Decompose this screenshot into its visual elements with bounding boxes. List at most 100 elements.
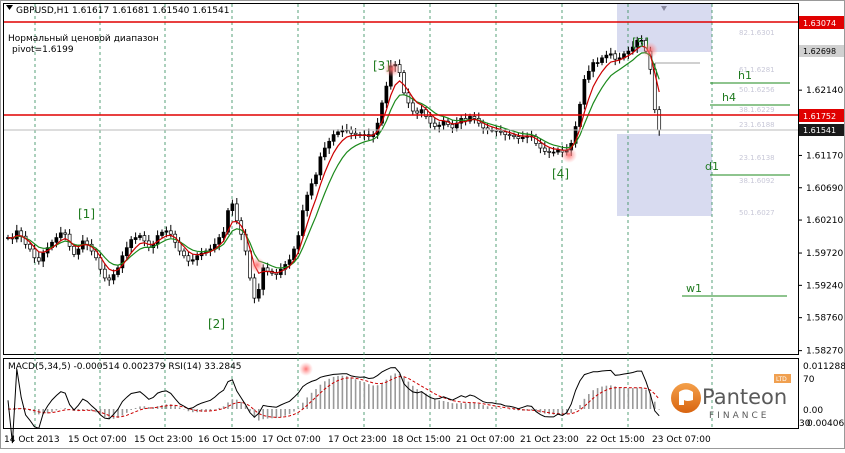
time-tick-label: 17 Oct 23:00 — [328, 435, 387, 445]
ind-tick: 0.00 — [803, 406, 823, 416]
candle-body — [331, 134, 336, 142]
candle-body — [76, 248, 81, 255]
candle-body — [138, 235, 142, 238]
candle-body — [265, 267, 270, 272]
candle-body — [107, 277, 112, 281]
candle-body — [613, 53, 618, 60]
candle-body — [300, 210, 305, 236]
fib-label: 38.1.6229 — [739, 106, 775, 114]
candle-body — [516, 136, 521, 139]
time-tick-label: 23 Oct 07:00 — [652, 435, 711, 445]
candle-body — [182, 250, 186, 257]
time-tick-label: 18 Oct 15:00 — [392, 435, 451, 445]
candle-body — [437, 124, 442, 127]
candle-body — [556, 149, 560, 153]
candle-body — [164, 230, 169, 233]
candle-body — [129, 239, 134, 249]
candle-body — [384, 85, 389, 104]
candle-body — [441, 120, 446, 126]
candle-body — [498, 130, 503, 133]
price-tick-label: 1.59240 — [806, 281, 843, 291]
candle-body — [551, 151, 556, 154]
price-tag-text: 1.61752 — [803, 112, 836, 121]
candle-body — [600, 57, 604, 63]
candle-body — [28, 243, 32, 250]
candle-body — [230, 203, 235, 211]
candle-body — [626, 50, 631, 55]
candle-body — [314, 174, 318, 185]
price-tag-text: 1.62698 — [803, 47, 836, 56]
candle-body — [85, 240, 90, 245]
candle-body — [14, 230, 19, 240]
candle-body — [234, 203, 239, 222]
candle-body — [327, 140, 332, 149]
candle-body — [318, 156, 323, 176]
chart-canvas[interactable]: 82.1.6301 61.1.6281 50.1.6256 38.1.6229 … — [0, 0, 845, 449]
candle-body — [410, 102, 415, 112]
candle-body — [582, 79, 587, 105]
candle-body — [256, 289, 261, 299]
fib-label: 50.1.6256 — [739, 86, 775, 94]
time-tick-label: 15 Oct 23:00 — [134, 435, 193, 445]
pivot-marker — [642, 42, 658, 58]
candle-body — [542, 147, 547, 152]
time-axis[interactable]: 14 Oct 2013 15 Oct 07:00 15 Oct 23:00 16 Oc… — [4, 435, 711, 445]
symbol-info: GBPUSD,H1 1.61617 1.61681 1.61540 1.6154… — [16, 6, 229, 16]
time-tick-label: 21 Oct 07:00 — [456, 435, 515, 445]
candle-body — [124, 247, 129, 257]
time-tick-label: 22 Oct 15:00 — [586, 435, 645, 445]
price-tick-label: 1.59720 — [806, 249, 843, 259]
candle-body — [419, 109, 424, 114]
wave-label-2: [2] — [208, 317, 225, 331]
time-tick-label: 14 Oct 2013 — [4, 435, 60, 445]
candle-body — [336, 131, 340, 135]
level-d1-label: d1 — [705, 160, 719, 173]
time-tick-label: 15 Oct 07:00 — [68, 435, 127, 445]
pivot-marker — [384, 61, 400, 77]
range-note: Нормальный ценовой диапазон — [8, 34, 159, 44]
candle-body — [538, 142, 543, 149]
window-border — [0, 0, 845, 449]
pivot-marker — [561, 147, 577, 163]
candle-body — [142, 235, 147, 242]
candle-body — [195, 255, 200, 261]
candle-body — [168, 230, 173, 235]
candle-body — [63, 232, 68, 235]
candle-body — [428, 116, 433, 124]
candle-body — [252, 277, 257, 299]
price-tick-label: 1.61170 — [806, 151, 843, 161]
candle-body — [155, 235, 160, 245]
candle-body — [472, 116, 477, 119]
candle-body — [353, 132, 358, 135]
candle-body — [305, 194, 310, 211]
fib-label: 38.1.6092 — [739, 177, 775, 185]
candle-body — [322, 147, 327, 158]
candle-body — [608, 53, 613, 56]
candle-body — [406, 92, 411, 104]
svg-text:FINANCE: FINANCE — [709, 411, 769, 421]
candle-body — [54, 237, 59, 243]
candle-body — [186, 255, 191, 262]
candle-body — [450, 124, 455, 129]
candle-body — [190, 259, 195, 262]
candle-body — [512, 134, 516, 137]
candle-body — [503, 131, 508, 135]
ind-tick: 0.004063 — [807, 419, 845, 429]
candle-body — [41, 252, 46, 262]
level-h4-label: h4 — [722, 91, 736, 104]
fib-label: 50.1.6027 — [739, 209, 775, 217]
candle-body — [507, 134, 512, 136]
price-tick-label: 1.60210 — [806, 216, 843, 226]
fib-label: 23.1.6138 — [739, 154, 775, 162]
ind-tick: 0.011288 — [803, 362, 845, 372]
time-tick-label: 21 Oct 23:00 — [520, 435, 579, 445]
wave-label-1: [1] — [78, 207, 95, 221]
candle-body — [432, 122, 437, 127]
fib-zone-lower — [617, 134, 712, 216]
candle-body — [221, 231, 226, 238]
candle-body — [586, 70, 591, 80]
pivot-note: pivot=1.6199 — [12, 45, 74, 55]
price-tick-label: 1.58270 — [806, 347, 843, 357]
chart-window: 82.1.6301 61.1.6281 50.1.6256 38.1.6229 … — [0, 0, 845, 449]
candle-body — [657, 109, 662, 131]
